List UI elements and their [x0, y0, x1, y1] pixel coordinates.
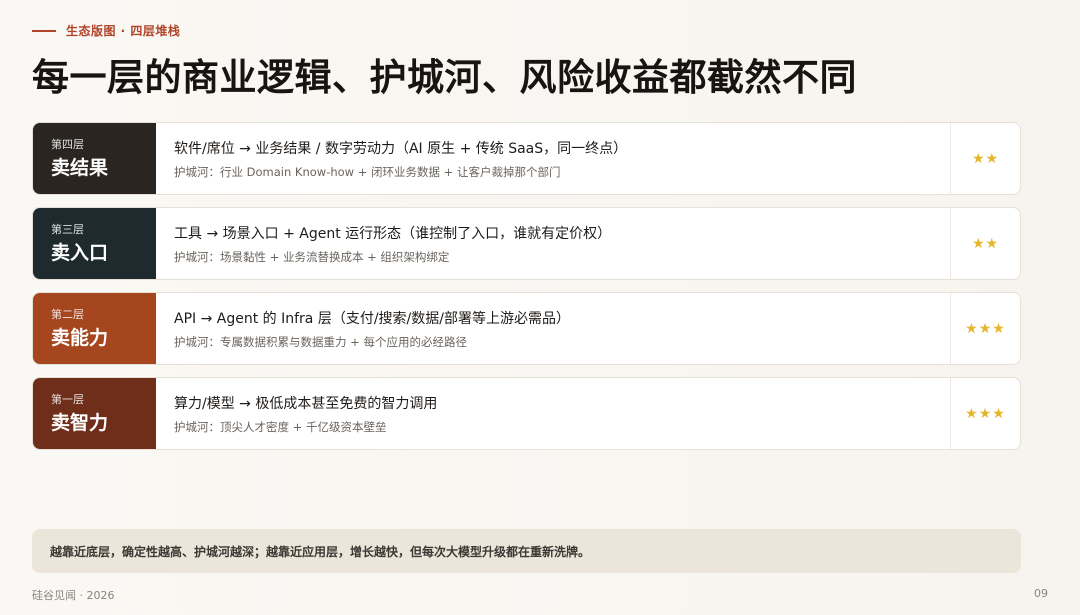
summary-text: 越靠近底层，确定性越高、护城河越深；越靠近应用层，增长越快，但每次大模型升级都在…: [50, 544, 591, 559]
star-rating: ★★: [950, 208, 1020, 279]
layer-badge: 第一层 卖智力: [33, 378, 156, 449]
layer-headline: 软件/席位 → 业务结果 / 数字劳动力（AI 原生 + 传统 SaaS，同一终…: [174, 141, 628, 157]
layer-tier: 第三层: [51, 223, 84, 236]
layer-headline: 算力/模型 → 极低成本甚至免费的智力调用: [174, 396, 438, 412]
page-title: 每一层的商业逻辑、护城河、风险收益都截然不同: [32, 56, 857, 99]
page-number: 09: [1034, 587, 1048, 600]
layer-badge: 第三层 卖入口: [33, 208, 156, 279]
star-rating: ★★: [950, 123, 1020, 194]
layer-card-1: 第一层 卖智力 算力/模型 → 极低成本甚至免费的智力调用 护城河：顶尖人才密度…: [32, 377, 1021, 450]
layer-name: 卖智力: [51, 412, 109, 434]
layer-moat: 护城河：场景黏性 + 业务流替换成本 + 组织架构绑定: [174, 250, 450, 264]
layer-headline: 工具 → 场景入口 + Agent 运行形态（谁控制了入口，谁就有定价权）: [174, 226, 612, 242]
layer-badge: 第二层 卖能力: [33, 293, 156, 364]
layer-name: 卖结果: [51, 157, 109, 179]
layer-body: API → Agent 的 Infra 层（支付/搜索/数据/部署等上游必需品）…: [156, 293, 950, 364]
layer-body: 工具 → 场景入口 + Agent 运行形态（谁控制了入口，谁就有定价权） 护城…: [156, 208, 950, 279]
slide: 生态版图 · 四层堆栈 每一层的商业逻辑、护城河、风险收益都截然不同 第四层 卖…: [0, 0, 1080, 615]
layer-tier: 第二层: [51, 308, 84, 321]
layer-body: 软件/席位 → 业务结果 / 数字劳动力（AI 原生 + 传统 SaaS，同一终…: [156, 123, 950, 194]
layer-card-4: 第四层 卖结果 软件/席位 → 业务结果 / 数字劳动力（AI 原生 + 传统 …: [32, 122, 1021, 195]
footer-source: 硅谷见闻 · 2026: [32, 589, 115, 602]
layer-tier: 第一层: [51, 393, 84, 406]
star-rating: ★★★: [950, 378, 1020, 449]
layer-card-2: 第二层 卖能力 API → Agent 的 Infra 层（支付/搜索/数据/部…: [32, 292, 1021, 365]
layer-moat: 护城河：顶尖人才密度 + 千亿级资本壁垒: [174, 420, 387, 434]
summary-callout: 越靠近底层，确定性越高、护城河越深；越靠近应用层，增长越快，但每次大模型升级都在…: [32, 529, 1021, 573]
layer-badge: 第四层 卖结果: [33, 123, 156, 194]
layer-name: 卖能力: [51, 327, 109, 349]
layer-card-3: 第三层 卖入口 工具 → 场景入口 + Agent 运行形态（谁控制了入口，谁就…: [32, 207, 1021, 280]
star-rating: ★★★: [950, 293, 1020, 364]
layer-tier: 第四层: [51, 138, 84, 151]
kicker-rule: [32, 29, 56, 32]
layer-headline: API → Agent 的 Infra 层（支付/搜索/数据/部署等上游必需品）: [174, 311, 570, 327]
section-kicker: 生态版图 · 四层堆栈: [32, 22, 180, 39]
layer-stack: 第四层 卖结果 软件/席位 → 业务结果 / 数字劳动力（AI 原生 + 传统 …: [32, 122, 1021, 462]
layer-name: 卖入口: [51, 242, 109, 264]
layer-moat: 护城河：专属数据积累与数据重力 + 每个应用的必经路径: [174, 335, 467, 349]
kicker-text: 生态版图 · 四层堆栈: [66, 24, 181, 38]
layer-body: 算力/模型 → 极低成本甚至免费的智力调用 护城河：顶尖人才密度 + 千亿级资本…: [156, 378, 950, 449]
layer-moat: 护城河：行业 Domain Know-how + 闭环业务数据 + 让客户裁掉那…: [174, 165, 561, 179]
